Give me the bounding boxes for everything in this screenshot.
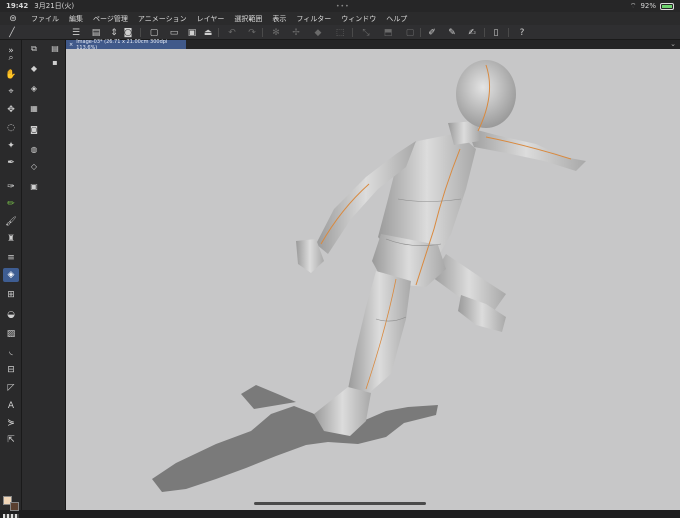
save-icon[interactable]: ▣ <box>186 27 198 38</box>
sub-tool-palette: ⧉ ◆ ◈ ▦ ◙ ◍ ◇ ▣ ▤ ▪ <box>22 40 66 510</box>
text-tool-icon[interactable]: A <box>3 399 19 413</box>
brush-icon[interactable]: 🖌 <box>3 215 19 229</box>
save-palette-icon[interactable]: ▪ <box>48 56 62 69</box>
pen-icon[interactable]: ✑ <box>3 180 19 194</box>
move-tool-icon[interactable]: ✥ <box>3 103 19 117</box>
wifi-icon: ⌔ <box>629 1 637 10</box>
zoom-tool-icon[interactable]: ⌕ <box>3 51 19 65</box>
status-time: 19:42 <box>6 2 29 10</box>
selection-expand-icon[interactable]: ▢ <box>404 27 416 38</box>
camera-layer-icon[interactable]: ◙ <box>27 123 41 136</box>
decoration-icon[interactable]: ≡ <box>3 251 19 265</box>
new-file-icon[interactable]: ▤ <box>90 27 102 38</box>
canvas-area[interactable] <box>66 49 680 510</box>
3d-figure-drawing[interactable] <box>66 49 680 510</box>
pen-tool-icon[interactable]: ✐ <box>426 27 438 38</box>
menu-layer[interactable]: レイヤー <box>192 14 230 24</box>
redo-icon[interactable]: ↷ <box>246 27 258 38</box>
fill-layer-icon[interactable]: ◈ <box>27 82 41 95</box>
magic-wand-icon[interactable]: ✦ <box>3 139 19 153</box>
balloon-icon[interactable]: ⋟ <box>3 416 19 430</box>
multitask-grip[interactable]: ••• <box>336 3 350 10</box>
pencil-tool-icon[interactable]: ✎ <box>446 27 458 38</box>
home-indicator[interactable] <box>254 502 426 505</box>
status-date: 3月21日(火) <box>34 2 75 10</box>
hand-tool-icon[interactable]: ✋ <box>3 68 19 82</box>
blend-icon[interactable]: ⊞ <box>3 288 19 302</box>
menu-selection[interactable]: 選択範囲 <box>229 14 267 24</box>
menu-filter[interactable]: フィルター <box>291 14 336 24</box>
app-icon[interactable]: ⊜ <box>0 14 26 24</box>
gradient-icon[interactable]: ▨ <box>3 327 19 341</box>
pencil-icon[interactable]: ✏ <box>3 197 19 211</box>
stepper-icon[interactable]: ⇕ <box>108 27 120 38</box>
grid-layer-icon[interactable]: ▦ <box>27 102 41 115</box>
ruler-icon[interactable]: ◸ <box>3 381 19 395</box>
brush-size-icon[interactable]: ╱ <box>6 27 18 38</box>
chevron-down-icon[interactable]: ⌄ <box>670 40 676 48</box>
menu-help[interactable]: ヘルプ <box>381 14 412 24</box>
help-icon[interactable]: ? <box>516 27 528 38</box>
canvas-tab[interactable]: × Image-03* (26.71 x 21.00cm 300dpi 113.… <box>66 39 186 51</box>
open-folder-icon[interactable]: ▭ <box>168 27 180 38</box>
status-bar: 19:42 3月21日(火) ••• ⌔ 92% <box>0 0 680 12</box>
transform-icon[interactable]: ⬚ <box>334 27 346 38</box>
transparent-color-swatch[interactable] <box>3 514 19 518</box>
airbrush-icon[interactable]: ♜ <box>3 232 19 246</box>
eraser-layer-icon[interactable]: ◆ <box>27 62 41 75</box>
image-icon[interactable]: ▣ <box>27 180 41 193</box>
menu-view[interactable]: 表示 <box>267 14 291 24</box>
device-icon[interactable]: ▯ <box>490 27 502 38</box>
clear-icon[interactable]: ✻ <box>270 27 282 38</box>
canvas-tab-bar: × Image-03* (26.71 x 21.00cm 300dpi 113.… <box>66 39 680 51</box>
close-tab-icon[interactable]: × <box>69 42 73 48</box>
palette-menu-icon[interactable]: ▤ <box>48 42 62 55</box>
frame-icon[interactable]: ⊟ <box>3 363 19 377</box>
lasso-tool-icon[interactable]: ◌ <box>3 121 19 135</box>
hamburger-menu-icon[interactable]: ☰ <box>70 27 82 38</box>
battery-icon <box>660 2 674 10</box>
eyedropper-icon[interactable]: ✒ <box>3 156 19 170</box>
figure-icon[interactable]: ◟ <box>3 345 19 359</box>
menu-window[interactable]: ウィンドウ <box>336 14 381 24</box>
menu-edit[interactable]: 編集 <box>64 14 88 24</box>
clear-outside-icon[interactable]: ✢ <box>290 27 302 38</box>
layer-icon[interactable]: ⧉ <box>27 42 41 55</box>
invert-selection-icon[interactable]: ⬒ <box>382 27 394 38</box>
fill-bucket-icon[interactable]: ◒ <box>3 308 19 322</box>
eraser-tool-icon[interactable]: ✍ <box>466 27 478 38</box>
figure-shadow <box>152 405 438 492</box>
deselect-icon[interactable]: ⤡ <box>360 27 372 38</box>
fill-icon[interactable]: ◆ <box>312 27 324 38</box>
layer-stack-icon[interactable]: ◇ <box>27 160 41 173</box>
correct-line-icon[interactable]: ⇱ <box>3 433 19 447</box>
new-page-icon[interactable]: ▢ <box>148 27 160 38</box>
menu-page[interactable]: ページ管理 <box>88 14 133 24</box>
object-tool-icon[interactable]: ⌖ <box>3 85 19 99</box>
undo-icon[interactable]: ↶ <box>226 27 238 38</box>
menu-animation[interactable]: アニメーション <box>133 14 192 24</box>
menu-file[interactable]: ファイル <box>26 14 64 24</box>
camera-icon[interactable]: ◙ <box>122 27 134 38</box>
export-icon[interactable]: ⏏ <box>202 27 214 38</box>
eraser-icon[interactable]: ◈ <box>3 268 19 282</box>
globe-icon[interactable]: ◍ <box>27 143 41 156</box>
battery-percent: 92% <box>640 2 656 10</box>
menu-bar: ⊜ ファイル 編集 ページ管理 アニメーション レイヤー 選択範囲 表示 フィル… <box>0 12 680 25</box>
tool-palette: » ⌕ ✋ ⌖ ✥ ◌ ✦ ✒ ✑ ✏ 🖌 ♜ ≡ ◈ ⊞ ◒ ▨ ◟ ⊟ ◸ … <box>0 40 22 518</box>
